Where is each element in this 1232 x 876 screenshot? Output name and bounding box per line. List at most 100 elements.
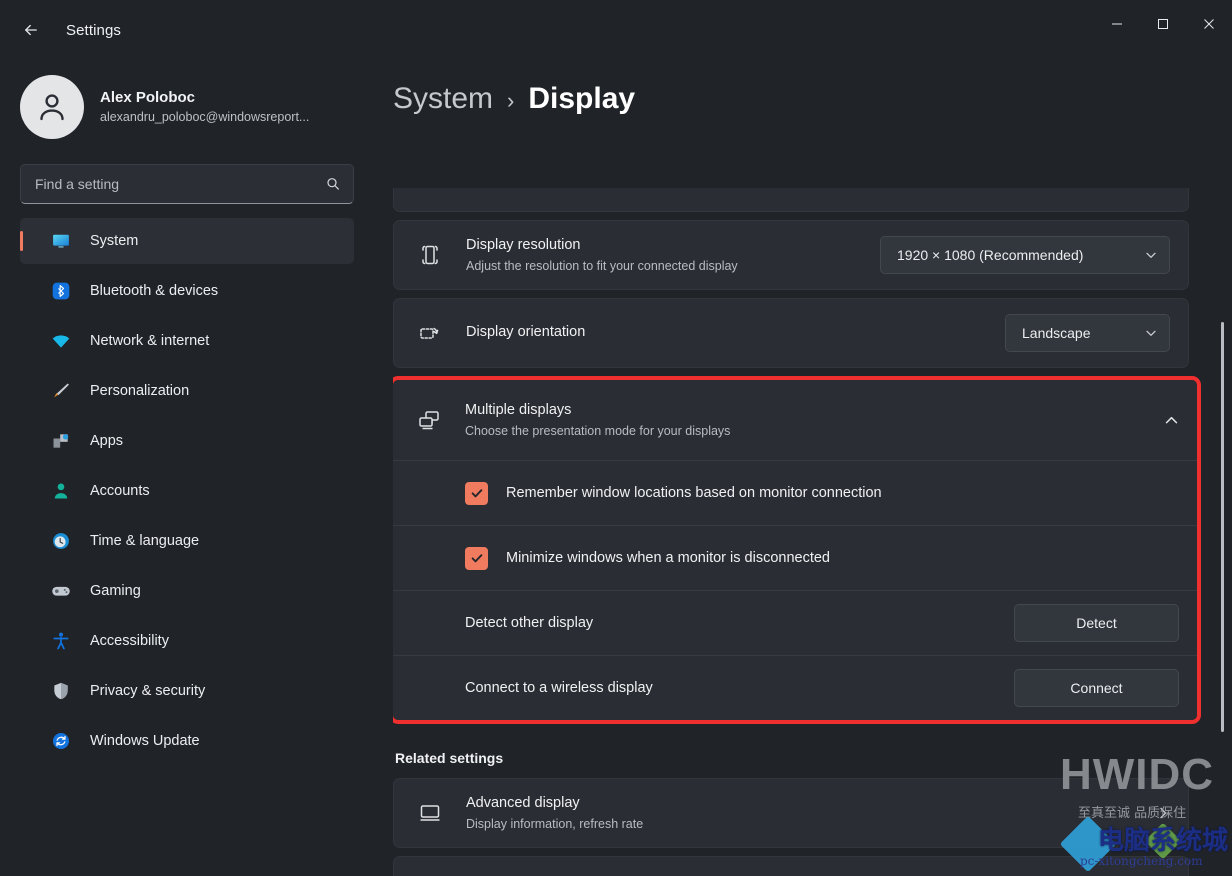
- sidebar-item-personalization[interactable]: Personalization: [20, 368, 354, 414]
- display-resolution-title: Display resolution: [466, 236, 581, 253]
- chevron-right-icon: ›: [507, 88, 515, 113]
- chevron-down-icon: [1145, 327, 1157, 339]
- window-title: Settings: [66, 21, 121, 39]
- next-card-partial: [393, 856, 1189, 876]
- account-email: alexandru_poloboc@windowsreport...: [100, 110, 310, 125]
- sidebar-item-gaming[interactable]: Gaming: [20, 568, 354, 614]
- wifi-icon: [50, 330, 72, 352]
- sidebar-item-label: Accessibility: [90, 633, 169, 649]
- related-settings-heading: Related settings: [395, 750, 504, 766]
- display-orientation-value: Landscape: [1022, 325, 1091, 341]
- detect-other-display-label: Detect other display: [465, 615, 594, 631]
- clock-globe-icon: [50, 530, 72, 552]
- multiple-displays-header[interactable]: Multiple displays Choose the presentatio…: [393, 380, 1197, 460]
- display-resolution-row[interactable]: Display resolution Adjust the resolution…: [394, 221, 1188, 289]
- sidebar-item-accounts[interactable]: Accounts: [20, 468, 354, 514]
- display-resolution-card: Display resolution Adjust the resolution…: [393, 220, 1189, 290]
- search-box[interactable]: [20, 164, 354, 204]
- multiple-displays-highlight: Multiple displays Choose the presentatio…: [393, 376, 1201, 724]
- sidebar-item-label: Bluetooth & devices: [90, 283, 219, 299]
- multiple-displays-card: Multiple displays Choose the presentatio…: [393, 380, 1197, 720]
- sidebar-item-label: Network & internet: [90, 333, 210, 349]
- sidebar-item-label: Time & language: [90, 533, 200, 549]
- sidebar-item-label: Accounts: [90, 483, 150, 499]
- sidebar-item-label: Apps: [90, 433, 124, 449]
- content-pane: System › Display Display resolution Adju…: [388, 60, 1232, 876]
- search-icon: [325, 176, 341, 192]
- minimize-windows-label: Minimize windows when a monitor is disco…: [506, 550, 830, 566]
- paintbrush-icon: [50, 380, 72, 402]
- close-button[interactable]: [1186, 0, 1232, 48]
- title-bar: Settings: [0, 0, 1232, 60]
- apps-icon: [50, 430, 72, 452]
- connect-wireless-display-row: Connect to a wireless display Connect: [393, 656, 1197, 720]
- account-name: Alex Poloboc: [100, 88, 196, 106]
- sidebar-item-label: Windows Update: [90, 733, 200, 749]
- sidebar-item-apps[interactable]: Apps: [20, 418, 354, 464]
- sidebar-item-network-internet[interactable]: Network & internet: [20, 318, 354, 364]
- remember-window-locations-checkbox[interactable]: [465, 481, 488, 505]
- monitor-icon: [50, 230, 72, 252]
- sidebar-item-bluetooth-devices[interactable]: Bluetooth & devices: [20, 268, 354, 314]
- advanced-display-subtitle: Display information, refresh rate: [466, 816, 644, 831]
- connect-button[interactable]: Connect: [1014, 669, 1179, 707]
- shield-icon: [50, 680, 72, 702]
- refresh-icon: [50, 730, 72, 752]
- advanced-display-title: Advanced display: [466, 794, 580, 811]
- back-button[interactable]: [14, 13, 48, 47]
- chevron-down-icon: [1145, 249, 1157, 261]
- sidebar-item-label: Privacy & security: [90, 683, 206, 699]
- page-title: Display: [528, 82, 636, 115]
- sidebar-item-time-language[interactable]: Time & language: [20, 518, 354, 564]
- vertical-scrollbar[interactable]: [1221, 322, 1224, 732]
- display-resolution-value: 1920 × 1080 (Recommended): [897, 247, 1084, 263]
- account-card[interactable]: Alex Poloboc alexandru_poloboc@windowsre…: [20, 68, 374, 146]
- remember-window-locations-row[interactable]: Remember window locations based on monit…: [393, 461, 1197, 525]
- minimize-button[interactable]: [1094, 0, 1140, 48]
- connect-wireless-display-label: Connect to a wireless display: [465, 680, 653, 696]
- resolution-icon: [416, 243, 444, 267]
- display-icon: [416, 801, 444, 825]
- display-orientation-dropdown[interactable]: Landscape: [1005, 314, 1170, 352]
- breadcrumb: System › Display: [393, 60, 1232, 116]
- breadcrumb-parent[interactable]: System: [393, 82, 493, 116]
- display-resolution-dropdown[interactable]: 1920 × 1080 (Recommended): [880, 236, 1170, 274]
- sidebar-item-windows-update[interactable]: Windows Update: [20, 718, 354, 764]
- sidebar-item-accessibility[interactable]: Accessibility: [20, 618, 354, 664]
- sidebar-item-label: System: [90, 233, 139, 249]
- minimize-windows-row[interactable]: Minimize windows when a monitor is disco…: [393, 526, 1197, 590]
- display-orientation-row[interactable]: Display orientation Landscape: [394, 299, 1188, 367]
- display-orientation-title: Display orientation: [466, 324, 586, 341]
- chevron-up-icon[interactable]: [1164, 413, 1179, 428]
- advanced-display-row[interactable]: Advanced display Display information, re…: [394, 779, 1188, 847]
- sidebar-item-label: Gaming: [90, 583, 141, 599]
- display-orientation-card: Display orientation Landscape: [393, 298, 1189, 368]
- chevron-right-icon: [1156, 806, 1170, 820]
- advanced-display-card: Advanced display Display information, re…: [393, 778, 1189, 848]
- accessibility-icon: [50, 630, 72, 652]
- maximize-button[interactable]: [1140, 0, 1186, 48]
- gamepad-icon: [50, 580, 72, 602]
- search-input[interactable]: [35, 176, 325, 192]
- sidebar-item-system[interactable]: System: [20, 218, 354, 264]
- avatar: [20, 75, 84, 139]
- sidebar-item-privacy-security[interactable]: Privacy & security: [20, 668, 354, 714]
- sidebar-item-label: Personalization: [90, 383, 190, 399]
- detect-button[interactable]: Detect: [1014, 604, 1179, 642]
- sidebar-nav: System Bluetooth & devices Network & int…: [20, 218, 374, 764]
- bluetooth-icon: [50, 280, 72, 302]
- scrolled-card-partial: [393, 188, 1189, 212]
- minimize-windows-checkbox[interactable]: [465, 546, 488, 570]
- detect-other-display-row: Detect other display Detect: [393, 591, 1197, 655]
- account-icon: [50, 480, 72, 502]
- settings-window: Settings Alex Poloboc alexandru_poloboc@…: [0, 0, 1232, 876]
- multiple-monitors-icon: [415, 408, 443, 432]
- display-resolution-subtitle: Adjust the resolution to fit your connec…: [466, 258, 738, 273]
- multiple-displays-subtitle: Choose the presentation mode for your di…: [465, 423, 731, 438]
- window-controls: [1094, 0, 1232, 48]
- rotate-icon: [416, 321, 444, 345]
- remember-window-locations-label: Remember window locations based on monit…: [506, 485, 882, 501]
- sidebar: Alex Poloboc alexandru_poloboc@windowsre…: [0, 60, 388, 876]
- multiple-displays-title: Multiple displays: [465, 401, 572, 418]
- settings-scroll-area: Display resolution Adjust the resolution…: [393, 188, 1232, 876]
